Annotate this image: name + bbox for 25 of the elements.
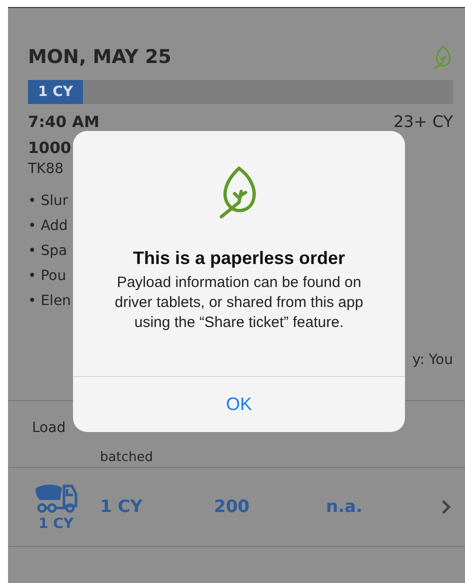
dialog-title: This is a paperless order bbox=[132, 248, 346, 269]
order-time: 7:40 AM bbox=[28, 112, 100, 130]
note-item: • Spa bbox=[28, 242, 68, 261]
ticket-number: TK88 bbox=[28, 161, 64, 177]
load-value: n.a. bbox=[326, 497, 364, 517]
ok-button[interactable]: OK bbox=[73, 377, 405, 432]
note-item: • Add bbox=[28, 217, 68, 236]
load-label: Load bbox=[32, 420, 66, 436]
load-status: batched bbox=[100, 451, 153, 465]
date-heading: MON, MAY 25 bbox=[28, 46, 172, 68]
note-item: • Elen bbox=[28, 292, 71, 311]
load-value: 200 bbox=[214, 497, 250, 517]
order-quantity: 23+ CY bbox=[393, 112, 453, 131]
load-row[interactable]: 1 CY 1 CY 200 n.a. bbox=[8, 468, 465, 546]
load-quantity: 1 CY bbox=[100, 497, 144, 517]
note-item: • Pou bbox=[28, 267, 66, 286]
ordered-by: y: You bbox=[412, 352, 453, 368]
chevron-icon bbox=[441, 499, 451, 515]
progress-fill: 1 CY bbox=[28, 80, 84, 104]
order-number: 1000 bbox=[28, 139, 72, 157]
note-item: • Slur bbox=[28, 192, 68, 211]
truck-quantity: 1 CY bbox=[38, 516, 74, 532]
mixer-truck-icon bbox=[34, 482, 78, 514]
leaf-icon bbox=[433, 44, 453, 70]
dialog-message: Payload information can be found on driver tablets, or shared from this app using the “Share ticket” feature. bbox=[114, 273, 364, 333]
